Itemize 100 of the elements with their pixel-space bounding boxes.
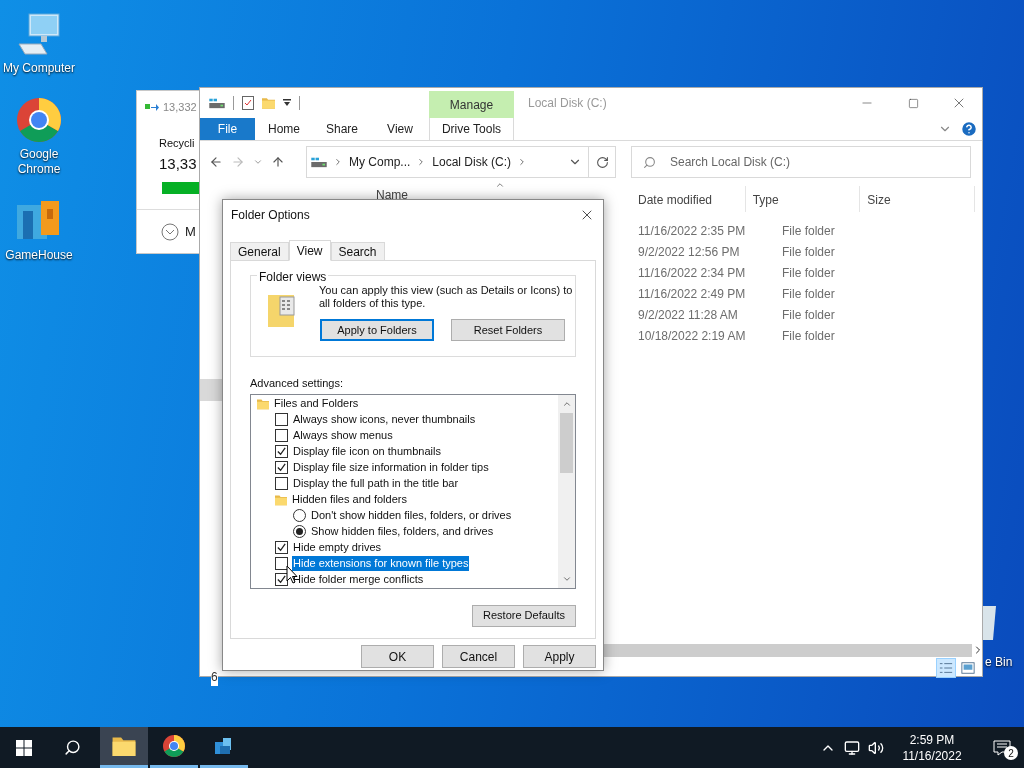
ribbon-tab[interactable]: Share: [313, 118, 371, 140]
description-text: You can apply this view (such as Details or Icons) to all folders of this type.: [319, 284, 574, 310]
desktop-icon-label[interactable]: e Bin: [985, 653, 1013, 671]
setting-label[interactable]: Hide folder merge conflicts: [292, 572, 425, 587]
setting-label[interactable]: Hide empty drives: [292, 540, 383, 555]
search-field[interactable]: Search Local Disk (C:): [631, 146, 971, 178]
setting-label[interactable]: Don't show hidden files, folders, or drives: [310, 508, 513, 523]
volume-icon[interactable]: [868, 739, 884, 756]
column-header[interactable]: Type: [745, 186, 861, 212]
table-cell-text: 11/16/2022 2:35 PM: [638, 222, 747, 240]
desktop-icon-label[interactable]: Google Chrome: [0, 147, 78, 177]
tab[interactable]: General: [230, 242, 289, 261]
clock[interactable]: 2:59 PM 11/16/2022: [894, 731, 970, 764]
maximize-icon: [907, 97, 919, 109]
desktop-icon-label[interactable]: GameHouse: [5, 248, 73, 263]
checkbox[interactable]: [275, 477, 288, 490]
setting-label[interactable]: Always show icons, never thumbnails: [292, 412, 477, 427]
table-cell-text: File folder: [782, 222, 835, 240]
setting-label[interactable]: Show hidden files, folders, and drives: [310, 524, 495, 539]
clock-date: 11/16/2022: [902, 747, 962, 764]
context-tab-header: Manage: [429, 91, 514, 118]
ribbon-tab[interactable]: Drive Tools: [429, 118, 514, 140]
restore-defaults-button[interactable]: Restore Defaults: [472, 604, 576, 627]
table-cell-text: File folder: [782, 264, 835, 282]
breadcrumb-item[interactable]: My Comp...: [349, 153, 411, 171]
setting-label[interactable]: Display the full path in the title bar: [292, 476, 460, 491]
radio-button[interactable]: [293, 525, 306, 538]
dialog-button[interactable]: OK: [361, 645, 434, 668]
table-cell-text: 11/16/2022 2:34 PM: [638, 264, 747, 282]
table-cell-text: 10/18/2022 2:19 AM: [638, 327, 747, 345]
checkbox[interactable]: [275, 445, 288, 458]
network-icon[interactable]: [844, 739, 860, 756]
copy-icon: [145, 102, 159, 113]
computer-icon: [15, 10, 63, 58]
refresh-button[interactable]: [589, 146, 616, 178]
notification-count: 2: [1004, 746, 1018, 760]
chrome-icon: [15, 96, 63, 144]
checkbox[interactable]: [275, 461, 288, 474]
progress-count: 13,33: [159, 154, 198, 174]
breadcrumb-item[interactable]: Local Disk (C:): [432, 153, 512, 171]
checkbox[interactable]: [275, 557, 288, 570]
drive-icon: [311, 156, 327, 168]
separator-icon: [333, 157, 343, 167]
window-title: Local Disk (C:): [528, 95, 608, 112]
setting-label[interactable]: Hide extensions for known file types: [292, 556, 470, 571]
up-icon[interactable]: [271, 155, 285, 169]
dialog-button[interactable]: Apply: [523, 645, 596, 668]
vertical-scrollbar[interactable]: [558, 394, 575, 588]
column-header[interactable]: Date modified: [631, 186, 746, 212]
search-icon: [643, 156, 656, 169]
ribbon-tab[interactable]: File: [200, 118, 255, 140]
table-cell-text: File folder: [782, 243, 835, 261]
refresh-icon: [595, 155, 609, 169]
folder-icon: [112, 736, 136, 756]
section-label: Advanced settings:: [250, 376, 344, 391]
table-cell-text: File folder: [782, 327, 835, 345]
table-cell-text: 9/2/2022 12:56 PM: [638, 243, 741, 261]
table-cell-text: 11/16/2022 2:49 PM: [638, 285, 747, 303]
more-details-link[interactable]: M: [185, 221, 196, 242]
table-cell-text: File folder: [782, 306, 835, 324]
customize-menu-icon[interactable]: [283, 99, 291, 107]
table-cell-text: 9/2/2022 11:28 AM: [638, 306, 739, 324]
search-icon: [63, 739, 81, 756]
dialog-title: Folder Options: [231, 207, 311, 224]
radio-button[interactable]: [293, 509, 306, 522]
notifications-button[interactable]: 2: [980, 727, 1024, 768]
properties-icon[interactable]: [242, 96, 254, 110]
progress-title: Recycli: [159, 135, 196, 151]
ribbon-tab[interactable]: View: [371, 118, 429, 140]
table-cell-text: File folder: [782, 285, 835, 303]
folder-view-icon: [268, 293, 298, 329]
desktop-icon-label[interactable]: My Computer: [3, 61, 75, 76]
setting-label[interactable]: Files and Folders: [273, 396, 360, 411]
clock-time: 2:59 PM: [909, 731, 955, 748]
setting-label[interactable]: Always show menus: [292, 428, 394, 443]
dialog-title: 13,332: [163, 100, 197, 115]
taskbar-app[interactable]: [100, 727, 148, 768]
checkbox[interactable]: [275, 573, 288, 586]
chrome-icon: [162, 734, 186, 758]
sort-icon[interactable]: [495, 180, 505, 190]
expand-icon[interactable]: [161, 222, 179, 241]
dialog-button[interactable]: Reset Folders: [451, 319, 565, 341]
dialog-button[interactable]: Apply to Folders: [320, 319, 434, 341]
drive-icon: [209, 97, 225, 109]
back-icon[interactable]: [209, 155, 223, 169]
scrollbar-thumb[interactable]: [560, 412, 573, 473]
column-header[interactable]: Size: [860, 186, 975, 212]
setting-label[interactable]: Hidden files and folders: [291, 492, 408, 507]
ribbon-tab[interactable]: Home: [255, 118, 313, 140]
new-folder-icon: [262, 95, 275, 111]
nav-item-highlight[interactable]: [200, 379, 224, 401]
checkbox[interactable]: [275, 541, 288, 554]
dialog-button[interactable]: Cancel: [442, 645, 515, 668]
address-bar[interactable]: My Comp... Local Disk (C:): [306, 146, 589, 178]
setting-label[interactable]: Display file size information in folder tips: [292, 460, 490, 475]
checkbox[interactable]: [275, 429, 288, 442]
checkbox[interactable]: [275, 413, 288, 426]
tab[interactable]: View: [288, 240, 331, 261]
setting-label[interactable]: Display file icon on thumbnails: [292, 444, 442, 459]
help-icon[interactable]: [960, 120, 978, 138]
